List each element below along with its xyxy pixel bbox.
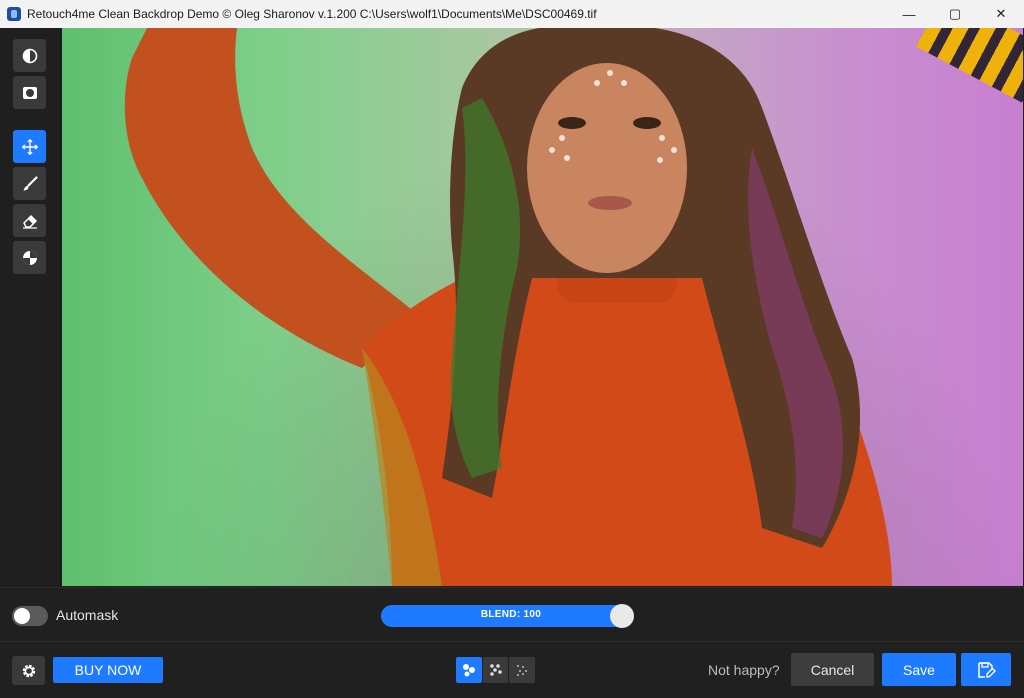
minimize-button[interactable]: —: [886, 0, 932, 28]
photo-canvas[interactable]: [62, 28, 1023, 586]
tool-half-circle[interactable]: [13, 39, 46, 72]
automask-label: Automask: [56, 607, 119, 623]
automask-toggle-knob: [14, 608, 30, 624]
tool-mask[interactable]: [13, 76, 46, 109]
portrait-photo: [124, 28, 892, 586]
tool-sidebar: [0, 28, 61, 586]
save-as-button[interactable]: [961, 653, 1011, 686]
eraser-icon: [22, 214, 37, 229]
view-mode-small-dots-icon: [517, 665, 528, 676]
blend-slider-label: BLEND: 100: [480, 609, 542, 620]
not-happy-label: Not happy?: [708, 662, 780, 678]
title-bar: Retouch4me Clean Backdrop Demo © Oleg Sh…: [0, 0, 1024, 28]
buy-now-button[interactable]: BUY NOW: [53, 657, 163, 683]
window-title: Retouch4me Clean Backdrop Demo © Oleg Sh…: [27, 7, 597, 21]
app-logo-icon: [7, 7, 21, 21]
settings-button[interactable]: [12, 656, 45, 685]
window-controls: — ▢ ✕: [886, 0, 1024, 28]
contrast-icon: [22, 250, 37, 265]
blend-slider-handle[interactable]: [610, 604, 634, 628]
brush-icon: [23, 175, 38, 190]
half-circle-icon: [22, 48, 37, 63]
save-as-icon: [978, 661, 996, 678]
view-mode-medium-dots-icon: [489, 664, 502, 676]
mask-icon: [22, 86, 37, 99]
maximize-button[interactable]: ▢: [932, 0, 978, 28]
view-mode-small[interactable]: [509, 657, 536, 683]
move-icon: [21, 138, 38, 155]
view-mode-large[interactable]: [456, 657, 482, 683]
close-button[interactable]: ✕: [978, 0, 1024, 28]
blend-slider[interactable]: BLEND: 100: [381, 604, 634, 628]
tool-move[interactable]: [13, 130, 46, 163]
app-window: Retouch4me Clean Backdrop Demo © Oleg Sh…: [0, 0, 1024, 698]
view-mode-medium[interactable]: [482, 657, 509, 683]
adjustment-bar: Automask BLEND: 100: [0, 587, 1024, 642]
tool-brush[interactable]: [13, 167, 46, 200]
view-mode-group: [456, 657, 536, 683]
save-button[interactable]: Save: [882, 653, 956, 686]
cancel-button[interactable]: Cancel: [791, 653, 874, 686]
tool-contrast[interactable]: [13, 241, 46, 274]
gear-icon: [22, 664, 35, 677]
tool-eraser[interactable]: [13, 204, 46, 237]
view-mode-large-dots-icon: [462, 664, 475, 677]
automask-toggle[interactable]: [12, 606, 48, 626]
footer-bar: BUY NOW Not happy? Cancel Save: [0, 643, 1024, 698]
